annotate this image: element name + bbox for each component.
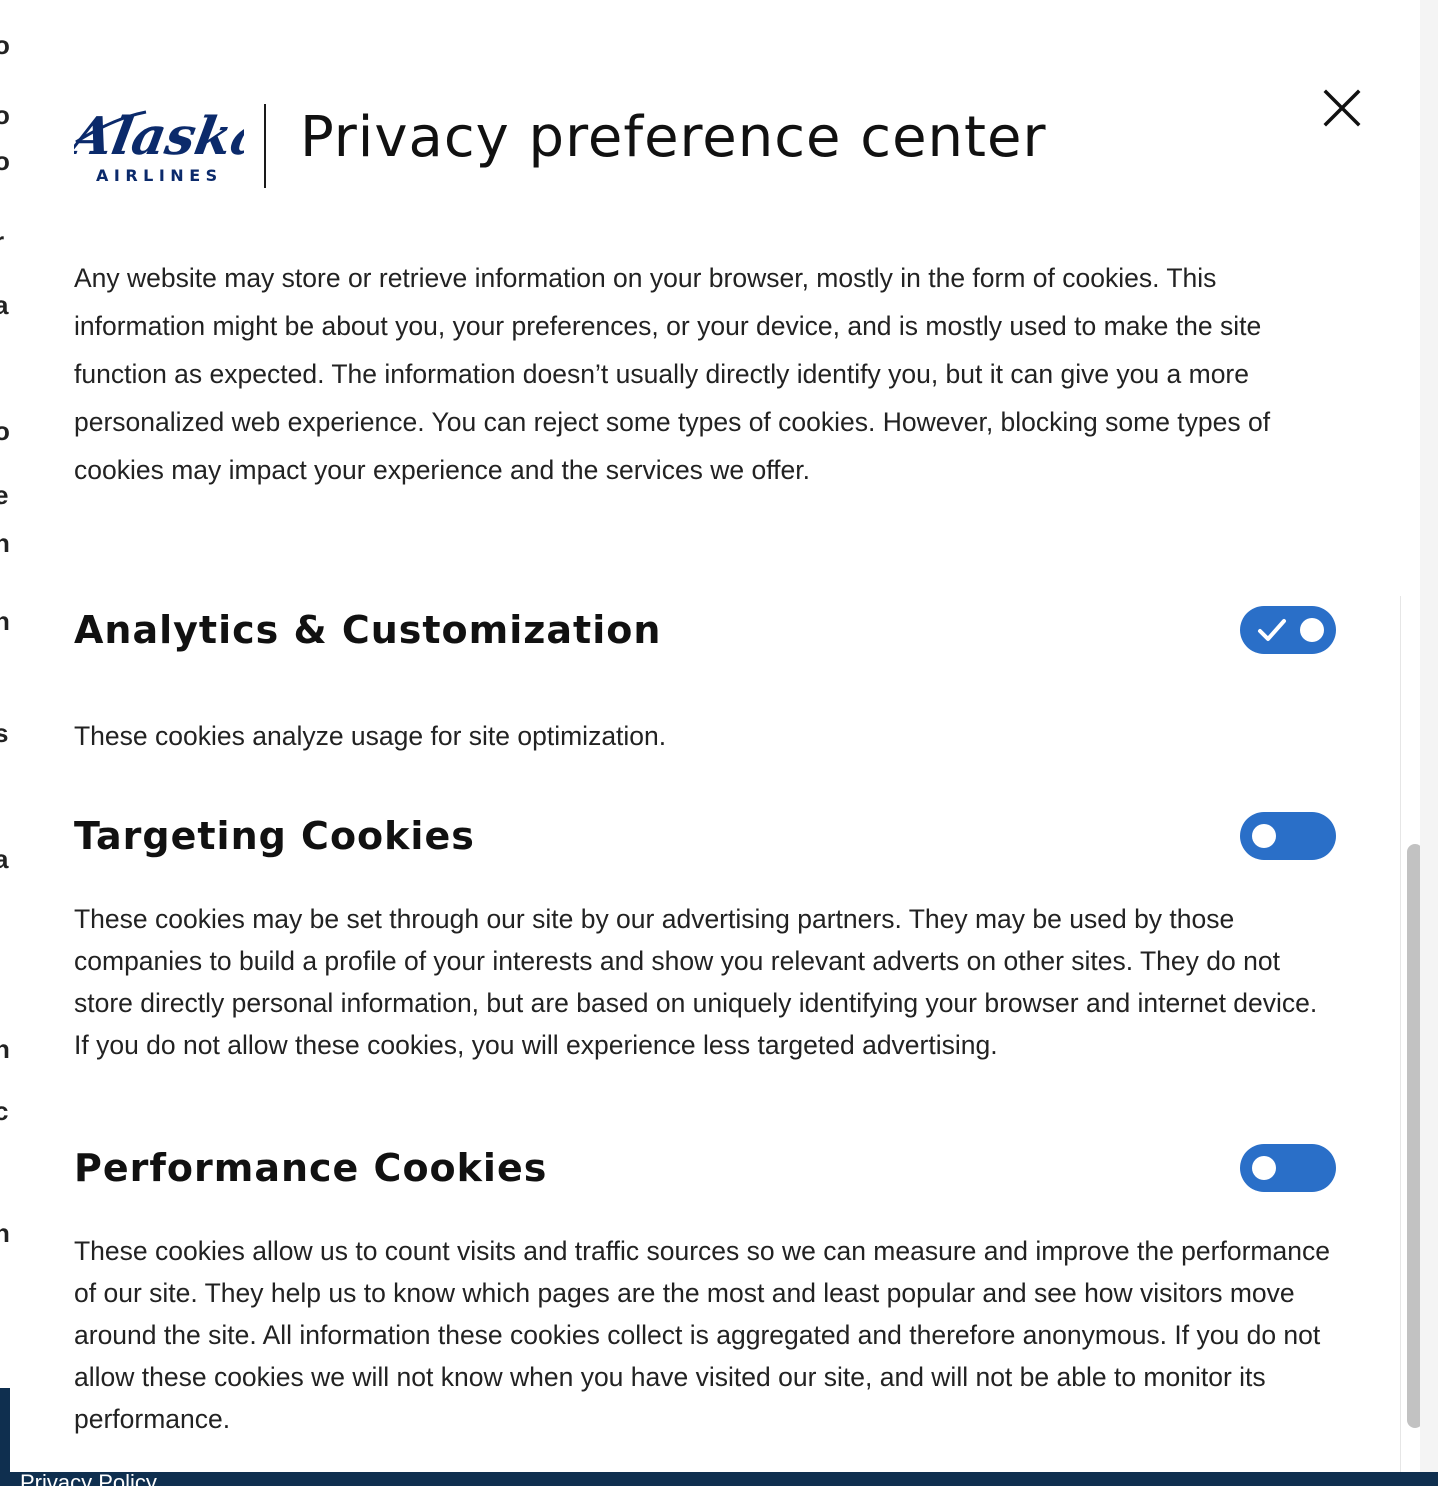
alaska-airlines-logo: Alaska AIRLINES — [62, 104, 270, 188]
section-header: Analytics & Customization — [74, 600, 1336, 660]
scrollbar-thumb[interactable] — [1407, 844, 1420, 1428]
background-text-fragment: o — [0, 100, 10, 130]
section-title: Targeting Cookies — [74, 814, 475, 858]
background-text-fragment: s — [0, 718, 9, 748]
section-title: Analytics & Customization — [74, 608, 662, 652]
background-footer-bar: Privacy Policy — [0, 1472, 1438, 1486]
background-text-fragment: r — [0, 226, 4, 257]
background-page: o o o r a o e n n s a n c n — [0, 0, 10, 1486]
background-text-fragment: o — [0, 30, 10, 60]
page-title: Privacy preference center — [300, 105, 1047, 170]
section-description: These cookies analyze usage for site opt… — [74, 721, 667, 751]
section-description: These cookies may be set through our sit… — [74, 904, 1318, 1060]
background-text-fragment: n — [0, 1034, 10, 1064]
toggle-knob — [1252, 824, 1276, 848]
section-analytics: Analytics & Customization These cookies … — [74, 600, 1336, 760]
checkmark-icon — [1258, 619, 1286, 641]
background-text-fragment: a — [0, 844, 9, 874]
toggle-knob — [1300, 618, 1324, 642]
background-text-fragment: c — [0, 1096, 9, 1126]
logo-subtext: AIRLINES — [96, 166, 223, 185]
close-icon — [1323, 89, 1361, 127]
background-text-fragment: a — [0, 290, 9, 320]
background-text-fragment: n — [0, 606, 10, 636]
analytics-toggle[interactable] — [1240, 606, 1336, 654]
section-header: Performance Cookies — [74, 1138, 1336, 1198]
background-text-fragment: o — [0, 146, 10, 176]
background-text-fragment: n — [0, 1218, 10, 1248]
close-button[interactable] — [1320, 86, 1364, 130]
section-description: These cookies allow us to count visits a… — [74, 1236, 1330, 1434]
header-divider — [264, 104, 266, 188]
privacy-policy-link[interactable]: Privacy Policy — [20, 1472, 157, 1486]
modal-header: Alaska AIRLINES Privacy preference cente… — [62, 104, 1047, 188]
section-targeting: Targeting Cookies These cookies may be s… — [74, 806, 1336, 1066]
page: o o o r a o e n n s a n c n Privacy Poli… — [0, 0, 1438, 1486]
targeting-toggle[interactable] — [1240, 812, 1336, 860]
privacy-preference-modal: Alaska AIRLINES Privacy preference cente… — [10, 0, 1420, 1472]
section-performance: Performance Cookies These cookies allow … — [74, 1138, 1336, 1440]
performance-toggle[interactable] — [1240, 1144, 1336, 1192]
modal-edge — [1420, 0, 1438, 1472]
toggle-knob — [1252, 1156, 1276, 1180]
background-text-fragment: o — [0, 416, 10, 446]
logo-wordmark: Alaska — [74, 106, 244, 167]
section-title: Performance Cookies — [74, 1146, 548, 1190]
background-text-fragment: n — [0, 528, 10, 558]
background-text-fragment: e — [0, 480, 9, 510]
intro-text: Any website may store or retrieve inform… — [74, 263, 1271, 485]
section-header: Targeting Cookies — [74, 806, 1336, 866]
